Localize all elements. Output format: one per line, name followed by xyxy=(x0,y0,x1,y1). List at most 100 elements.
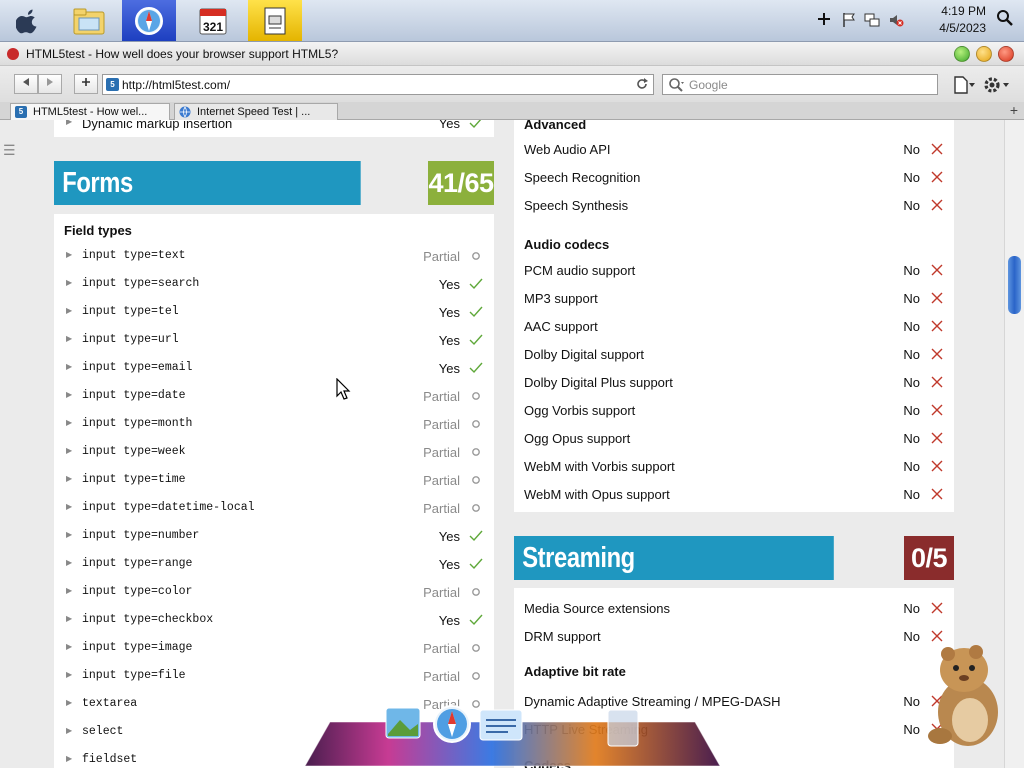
plus-icon xyxy=(82,78,90,86)
address-text[interactable]: http://html5test.com/ xyxy=(122,78,230,92)
apple-icon[interactable] xyxy=(16,8,40,34)
feature-result: Partial xyxy=(423,249,460,264)
finder-icon xyxy=(73,8,105,34)
result-row[interactable]: AAC support No xyxy=(514,313,954,341)
partial-circle-icon xyxy=(468,668,484,684)
result-row[interactable]: ▶ input type=search Yes xyxy=(54,271,494,299)
feature-result: No xyxy=(903,431,920,446)
dock-photos-icon[interactable] xyxy=(385,707,421,739)
feature-label: input type=tel xyxy=(82,305,179,318)
result-row[interactable]: Speech Recognition No xyxy=(514,164,954,192)
result-row[interactable]: ▶ input type=url Yes xyxy=(54,327,494,355)
clock[interactable]: 4:19 PM 4/5/2023 xyxy=(939,3,986,37)
field-types-heading: Field types xyxy=(64,223,132,238)
check-icon xyxy=(468,332,484,348)
textedit-app[interactable] xyxy=(248,0,302,41)
network-icon[interactable] xyxy=(864,12,880,28)
result-row[interactable]: ▶ input type=week Partial xyxy=(54,439,494,467)
adaptive-bit-rate-heading: Adaptive bit rate xyxy=(524,664,626,679)
scrollbar-thumb[interactable] xyxy=(1008,256,1021,314)
feature-result: No xyxy=(903,694,920,709)
result-row[interactable]: Ogg Vorbis support No xyxy=(514,397,954,425)
calendar-app[interactable]: 321 xyxy=(186,0,240,41)
result-row[interactable]: Dolby Digital Plus support No xyxy=(514,369,954,397)
result-row[interactable]: ▶ input type=color Partial xyxy=(54,579,494,607)
textedit-icon xyxy=(264,7,286,34)
address-bar[interactable]: 5 http://html5test.com/ xyxy=(102,74,654,95)
feature-label: fieldset xyxy=(82,753,138,766)
result-row[interactable]: Web Audio API No xyxy=(514,136,954,164)
reload-icon[interactable] xyxy=(635,76,649,92)
result-row[interactable]: Speech Synthesis No xyxy=(514,192,954,220)
add-icon[interactable] xyxy=(816,12,832,28)
result-row[interactable]: ▶ input type=date Partial xyxy=(54,383,494,411)
result-row[interactable]: ▶ input type=number Yes xyxy=(54,523,494,551)
finder-app[interactable] xyxy=(62,0,116,41)
result-row[interactable]: WebM with Vorbis support No xyxy=(514,453,954,481)
forward-button[interactable] xyxy=(38,74,62,94)
safari-app[interactable] xyxy=(122,0,176,41)
result-row[interactable]: ▶ input type=tel Yes xyxy=(54,299,494,327)
result-row[interactable]: MP3 support No xyxy=(514,285,954,313)
feature-label: Media Source extensions xyxy=(524,601,670,616)
new-tab-button[interactable] xyxy=(74,74,98,94)
feature-result: No xyxy=(903,170,920,185)
search-bar[interactable]: Google xyxy=(662,74,938,95)
result-row[interactable]: PCM audio support No xyxy=(514,257,954,285)
partial-circle-icon xyxy=(468,640,484,656)
feature-label: input type=checkbox xyxy=(82,613,214,626)
back-button[interactable] xyxy=(14,74,38,94)
expand-arrow-icon: ▶ xyxy=(66,120,73,126)
section-score: 41/65 xyxy=(428,161,494,205)
html5-favicon-icon: 5 xyxy=(15,106,27,118)
window-titlebar: HTML5test - How well does your browser s… xyxy=(0,42,1024,66)
dock-safari-icon[interactable] xyxy=(433,705,471,743)
result-row[interactable]: ▶ input type=email Yes xyxy=(54,355,494,383)
result-row[interactable]: ▶ input type=datetime-local Partial xyxy=(54,495,494,523)
page-menu-icon[interactable] xyxy=(952,75,976,95)
zoom-button[interactable] xyxy=(954,46,970,62)
feature-label: Speech Synthesis xyxy=(524,198,629,213)
result-row[interactable]: Ogg Opus support No xyxy=(514,425,954,453)
dock-mail-icon[interactable] xyxy=(479,709,523,741)
dock-trash-icon[interactable] xyxy=(607,709,639,747)
minimize-button[interactable] xyxy=(976,46,992,62)
feature-result: Yes xyxy=(438,305,460,320)
calendar-icon: 321 xyxy=(199,8,227,34)
tab-speed-test[interactable]: Internet Speed Test | ... xyxy=(174,103,338,120)
feature-result: Yes xyxy=(438,277,460,292)
volume-muted-icon[interactable] xyxy=(888,12,904,28)
new-tab-plus-icon[interactable]: + xyxy=(1010,102,1018,118)
expand-arrow-icon: ▶ xyxy=(66,250,73,259)
sidebar-handle-icon[interactable]: ☰ xyxy=(3,142,16,159)
floating-dock xyxy=(304,705,721,767)
search-placeholder: Google xyxy=(689,78,728,92)
feature-result: Yes xyxy=(438,529,460,544)
flag-icon[interactable] xyxy=(841,12,857,28)
result-row[interactable]: Dolby Digital support No xyxy=(514,341,954,369)
result-row[interactable]: ▶ input type=range Yes xyxy=(54,551,494,579)
feature-result: Partial xyxy=(423,641,460,656)
settings-gear-icon[interactable] xyxy=(982,74,1010,96)
partial-circle-icon xyxy=(468,416,484,432)
result-row[interactable]: ▶ input type=checkbox Yes xyxy=(54,607,494,635)
result-row[interactable]: ▶ input type=image Partial xyxy=(54,635,494,663)
result-row[interactable]: ▶ input type=text Partial xyxy=(54,243,494,271)
feature-result: No xyxy=(903,601,920,616)
result-row[interactable]: ▶ input type=month Partial xyxy=(54,411,494,439)
feature-result: Yes xyxy=(438,613,460,628)
html5-favicon-icon: 5 xyxy=(106,78,119,91)
close-button[interactable] xyxy=(998,46,1014,62)
feature-label: Dolby Digital Plus support xyxy=(524,375,673,390)
result-row[interactable]: DRM support No xyxy=(514,623,954,651)
feature-result: No xyxy=(903,375,920,390)
spotlight-search-icon[interactable] xyxy=(996,9,1014,27)
result-row[interactable]: Media Source extensions No xyxy=(514,595,954,623)
result-row[interactable]: ▶ input type=file Partial xyxy=(54,663,494,691)
feature-label: input type=month xyxy=(82,417,193,430)
cross-icon xyxy=(929,197,945,213)
result-row[interactable]: ▶ Dynamic markup insertion Yes xyxy=(54,120,494,138)
tab-html5test[interactable]: 5 HTML5test - How wel... xyxy=(10,103,170,120)
result-row[interactable]: ▶ input type=time Partial xyxy=(54,467,494,495)
result-row[interactable]: WebM with Opus support No xyxy=(514,481,954,509)
